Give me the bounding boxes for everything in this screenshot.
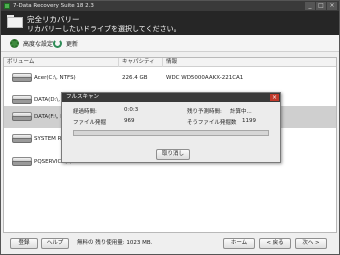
column-header-volume[interactable]: ボリューム (4, 58, 119, 67)
dialog-title: フルスキャン (66, 94, 100, 100)
full-scan-dialog: フルスキャン × 経過時間: 0:0:3 残り予測時間: 計算中... ファイル… (61, 92, 281, 163)
advanced-settings-button[interactable]: 高度な設定 (10, 38, 53, 49)
remaining-time-value: 計算中... (230, 109, 252, 115)
table-header: ボリューム キャパシティ 情報 (4, 58, 336, 67)
hard-drive-icon (12, 134, 32, 143)
column-header-info[interactable]: 情報 (163, 58, 336, 67)
files-found-label: ファイル発掘 (73, 120, 107, 126)
app-window: 7-Data Recovery Suite 18 2.3 _ □ × 完全リカバ… (0, 0, 340, 255)
window-controls: _ □ × (305, 2, 337, 10)
window-title: 7-Data Recovery Suite 18 2.3 (13, 3, 94, 9)
minimize-button[interactable]: _ (305, 2, 315, 10)
hard-drive-icon (12, 112, 32, 121)
total-files-label: そうファイル発掘数 (187, 120, 237, 126)
gear-icon (10, 38, 20, 49)
advanced-settings-label: 高度な設定 (23, 41, 54, 48)
elapsed-time-value: 0:0:3 (124, 107, 139, 113)
bottom-bar: 登録 ヘルプ 無料の 残り使用量: 1023 MB. ホーム < 戻る 次へ > (1, 235, 339, 254)
elapsed-time-label: 経過時間: (73, 109, 97, 115)
refresh-label: 更新 (66, 41, 79, 48)
page-header: 完全リカバリー リカバリーしたいドライブを選択してください。 (1, 11, 339, 35)
next-button[interactable]: 次へ > (295, 238, 327, 249)
hard-drive-icon (12, 95, 32, 104)
total-files-value: 1199 (242, 118, 256, 124)
volume-info: WDC WD5000AAKX-221CA1 (166, 75, 244, 81)
cancel-scan-button[interactable]: 取り消し (156, 149, 190, 160)
close-button[interactable]: × (327, 2, 337, 10)
register-button[interactable]: 登録 (10, 238, 38, 249)
maximize-button[interactable]: □ (316, 2, 326, 10)
folder-icon (7, 15, 23, 28)
page-subtitle: リカバリーしたいドライブを選択してください。 (27, 25, 181, 33)
app-logo-icon (4, 3, 10, 9)
remaining-time-label: 残り予測時間: (187, 109, 222, 115)
volume-name: Acer(C:\, NTFS) (34, 75, 76, 81)
dialog-title-bar[interactable]: フルスキャン × (62, 93, 280, 102)
table-row[interactable]: Acer(C:\, NTFS) 226.4 GB WDC WD5000AAKX-… (4, 67, 336, 89)
back-button[interactable]: < 戻る (259, 238, 291, 249)
help-button[interactable]: ヘルプ (41, 238, 69, 249)
toolbar: 高度な設定 更新 (1, 35, 339, 52)
column-header-capacity[interactable]: キャパシティ (119, 58, 163, 67)
hard-drive-icon (12, 157, 32, 166)
dialog-close-button[interactable]: × (270, 94, 279, 101)
refresh-button[interactable]: 更新 (53, 38, 78, 49)
refresh-icon (53, 38, 63, 49)
scan-progress-bar (73, 130, 269, 136)
volume-capacity: 226.4 GB (122, 75, 148, 81)
files-found-value: 969 (124, 118, 135, 124)
free-quota-status: 無料の 残り使用量: 1023 MB. (77, 240, 153, 246)
hard-drive-icon (12, 73, 32, 82)
home-button[interactable]: ホーム (223, 238, 255, 249)
title-bar[interactable]: 7-Data Recovery Suite 18 2.3 _ □ × (1, 1, 339, 11)
